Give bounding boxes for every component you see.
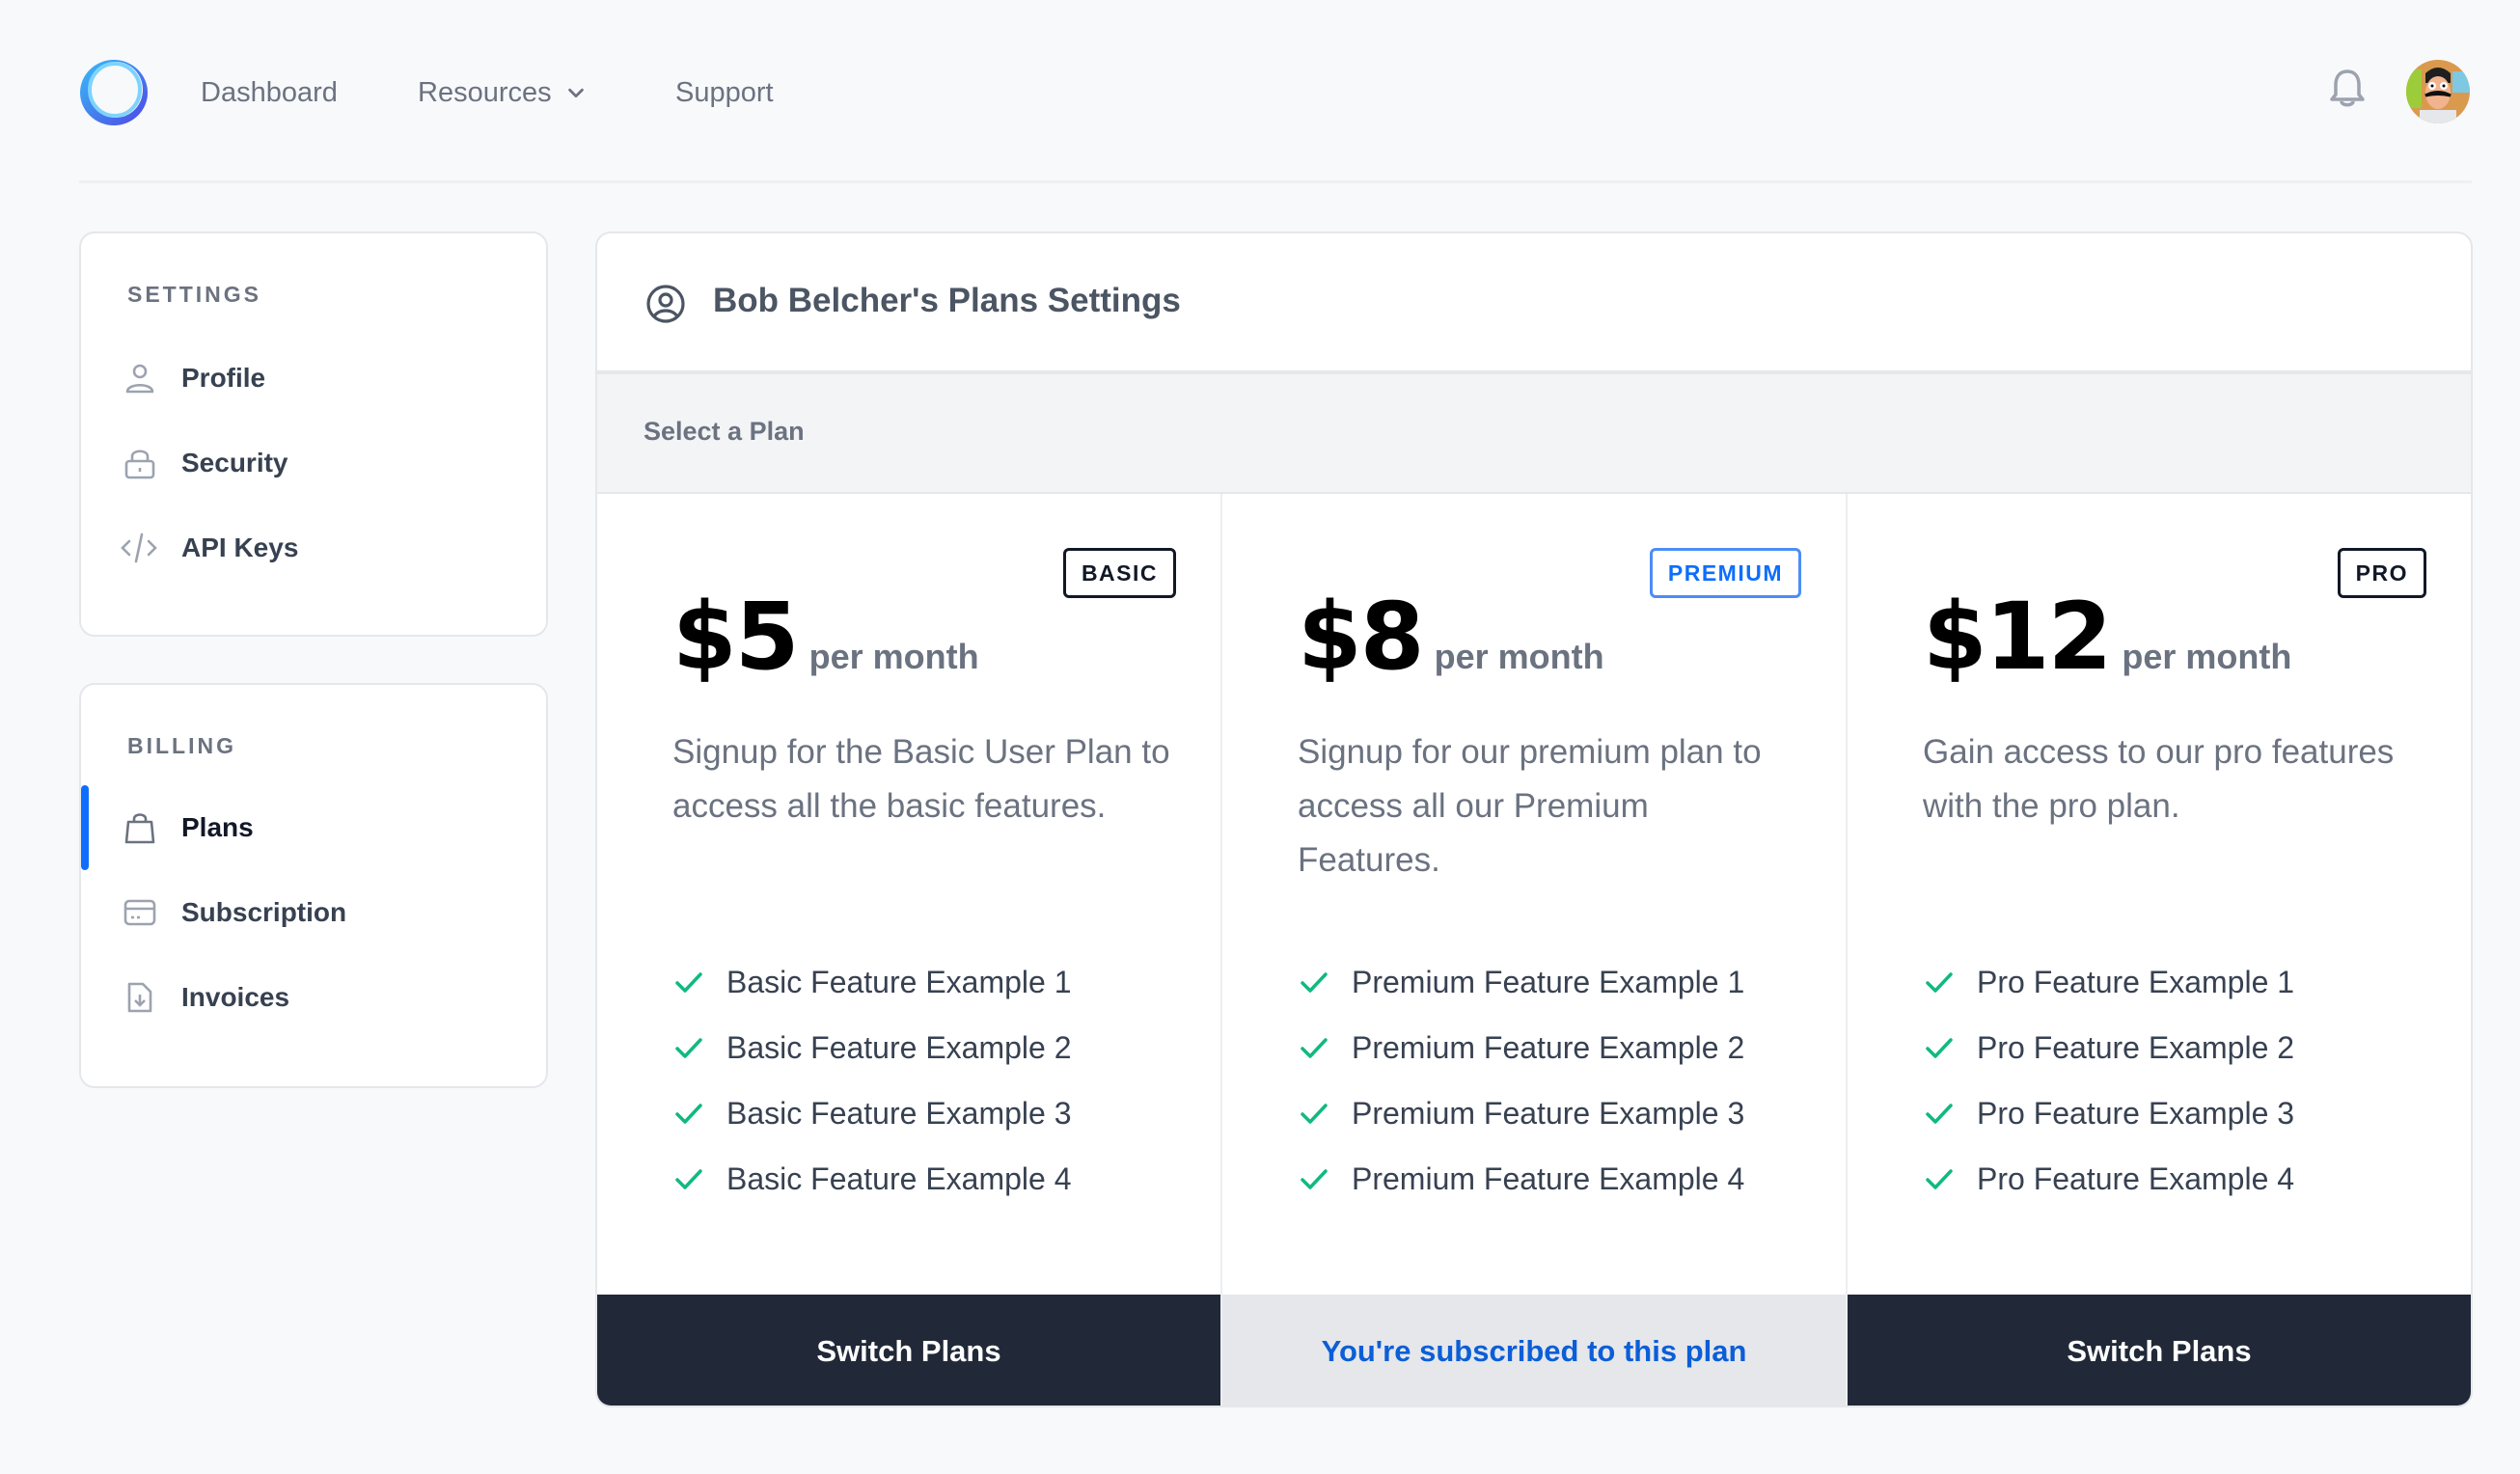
feature-item: Premium Feature Example 3 (1298, 1080, 1744, 1146)
feature-item: Basic Feature Example 4 (672, 1146, 1072, 1212)
feature-label: Basic Feature Example 1 (726, 964, 1072, 999)
feature-item: Basic Feature Example 3 (672, 1080, 1072, 1146)
sidebar-item-label: Security (181, 448, 288, 478)
current-plan-indicator: You're subscribed to this plan (1222, 1295, 1846, 1406)
nav-link-resources[interactable]: Resources (418, 73, 587, 112)
plan-description: Gain access to our pro features with the… (1923, 733, 2395, 825)
sidebar-item-invoices[interactable]: Invoices (81, 955, 546, 1040)
logo-icon[interactable] (77, 54, 151, 127)
check-icon (1926, 1169, 1953, 1189)
nav-link-dashboard[interactable]: Dashboard (201, 73, 338, 112)
check-icon (1926, 972, 1953, 993)
price-period: per month (2122, 637, 2292, 676)
feature-item: Premium Feature Example 4 (1298, 1146, 1744, 1212)
price-amount: $12 (1923, 583, 2112, 691)
price-amount: $8 (1298, 583, 1425, 691)
check-icon (1926, 1038, 1953, 1058)
sidebar-item-api-keys[interactable]: API Keys (81, 505, 546, 590)
check-icon (675, 1169, 702, 1189)
feature-label: Pro Feature Example 1 (1977, 964, 2295, 999)
sidebar-item-label: Profile (181, 363, 266, 393)
sidebar-item-profile[interactable]: Profile (81, 336, 546, 421)
feature-list: Pro Feature Example 1 Pro Feature Exampl… (1923, 949, 2294, 1212)
price-period: per month (1434, 637, 1604, 676)
feature-item: Pro Feature Example 4 (1923, 1146, 2294, 1212)
section-label: Select a Plan (644, 417, 805, 446)
sidebar-item-label: Subscription (181, 897, 347, 927)
plan-badge: PRO (2337, 548, 2426, 598)
switch-plan-button[interactable]: Switch Plans (1848, 1295, 2471, 1406)
lock-icon (124, 450, 155, 479)
plan-card-premium: PREMIUM $8 per month Signup for our prem… (1222, 494, 1848, 1406)
plan-badge: PREMIUM (1649, 548, 1801, 598)
sidebar-billing-card: BILLING Plans Subscription Invoices (79, 683, 548, 1088)
check-icon (675, 1104, 702, 1124)
plan-price: $8 per month (1298, 583, 1604, 691)
plan-price: $5 per month (672, 583, 979, 691)
nav-divider (79, 180, 2472, 183)
plan-badge: BASIC (1062, 548, 1176, 598)
feature-item: Premium Feature Example 2 (1298, 1015, 1744, 1080)
sidebar-item-label: API Keys (181, 532, 299, 562)
sidebar-item-security[interactable]: Security (81, 421, 546, 505)
feature-label: Premium Feature Example 1 (1352, 964, 1745, 999)
user-circle-icon (646, 285, 685, 323)
feature-label: Basic Feature Example 2 (726, 1029, 1072, 1065)
feature-label: Basic Feature Example 3 (726, 1095, 1072, 1131)
plan-card-basic: BASIC $5 per month Signup for the Basic … (597, 494, 1222, 1406)
feature-label: Pro Feature Example 3 (1977, 1095, 2295, 1131)
feature-list: Premium Feature Example 1 Premium Featur… (1298, 949, 1744, 1212)
top-navigation: Dashboard Resources Support (0, 0, 2520, 183)
check-icon (675, 1038, 702, 1058)
check-icon (1301, 972, 1328, 993)
feature-item: Pro Feature Example 3 (1923, 1080, 2294, 1146)
plan-price: $12 per month (1923, 583, 2291, 691)
feature-item: Premium Feature Example 1 (1298, 949, 1744, 1015)
sidebar-heading-settings: SETTINGS (127, 282, 262, 307)
nav-link-resources-label: Resources (418, 77, 552, 108)
chevron-down-icon (567, 88, 584, 98)
feature-item: Pro Feature Example 2 (1923, 1015, 2294, 1080)
sidebar-item-plans[interactable]: Plans (81, 785, 546, 870)
price-amount: $5 (672, 583, 800, 691)
sidebar-item-label: Invoices (181, 982, 290, 1012)
sidebar-heading-billing: BILLING (127, 733, 236, 758)
feature-item: Basic Feature Example 1 (672, 949, 1072, 1015)
plans-grid: BASIC $5 per month Signup for the Basic … (597, 494, 2471, 1406)
section-header: Select a Plan (597, 374, 2471, 494)
feature-item: Basic Feature Example 2 (672, 1015, 1072, 1080)
check-icon (1301, 1104, 1328, 1124)
check-icon (675, 972, 702, 993)
feature-list: Basic Feature Example 1 Basic Feature Ex… (672, 949, 1072, 1212)
feature-label: Basic Feature Example 4 (726, 1160, 1072, 1196)
feature-label: Premium Feature Example 4 (1352, 1160, 1745, 1196)
feature-label: Premium Feature Example 2 (1352, 1029, 1745, 1065)
feature-label: Pro Feature Example 2 (1977, 1029, 2295, 1065)
feature-label: Premium Feature Example 3 (1352, 1095, 1745, 1131)
file-download-icon (127, 982, 152, 1013)
page-title: Bob Belcher's Plans Settings (713, 282, 1181, 319)
user-icon (125, 364, 154, 394)
sidebar-settings-card: SETTINGS Profile Security API Keys (79, 232, 548, 637)
sidebar-item-subscription[interactable]: Subscription (81, 870, 546, 955)
nav-link-support[interactable]: Support (675, 73, 774, 112)
credit-card-icon (123, 899, 156, 926)
check-icon (1301, 1169, 1328, 1189)
sidebar-item-label: Plans (181, 812, 254, 842)
avatar[interactable] (2406, 60, 2470, 123)
card-header: Bob Belcher's Plans Settings (597, 233, 2471, 374)
plan-card-pro: PRO $12 per month Gain access to our pro… (1848, 494, 2471, 1406)
feature-label: Pro Feature Example 4 (1977, 1160, 2295, 1196)
check-icon (1301, 1038, 1328, 1058)
plan-description: Signup for our premium plan to access al… (1298, 733, 1762, 879)
shopping-bag-icon (124, 813, 155, 844)
plan-description: Signup for the Basic User Plan to access… (672, 733, 1170, 825)
plans-settings-card: Bob Belcher's Plans Settings Select a Pl… (595, 232, 2473, 1407)
switch-plan-button[interactable]: Switch Plans (597, 1295, 1220, 1406)
code-icon (121, 532, 157, 563)
feature-item: Pro Feature Example 1 (1923, 949, 2294, 1015)
price-period: per month (808, 637, 979, 676)
bell-icon[interactable] (2328, 68, 2367, 110)
check-icon (1926, 1104, 1953, 1124)
